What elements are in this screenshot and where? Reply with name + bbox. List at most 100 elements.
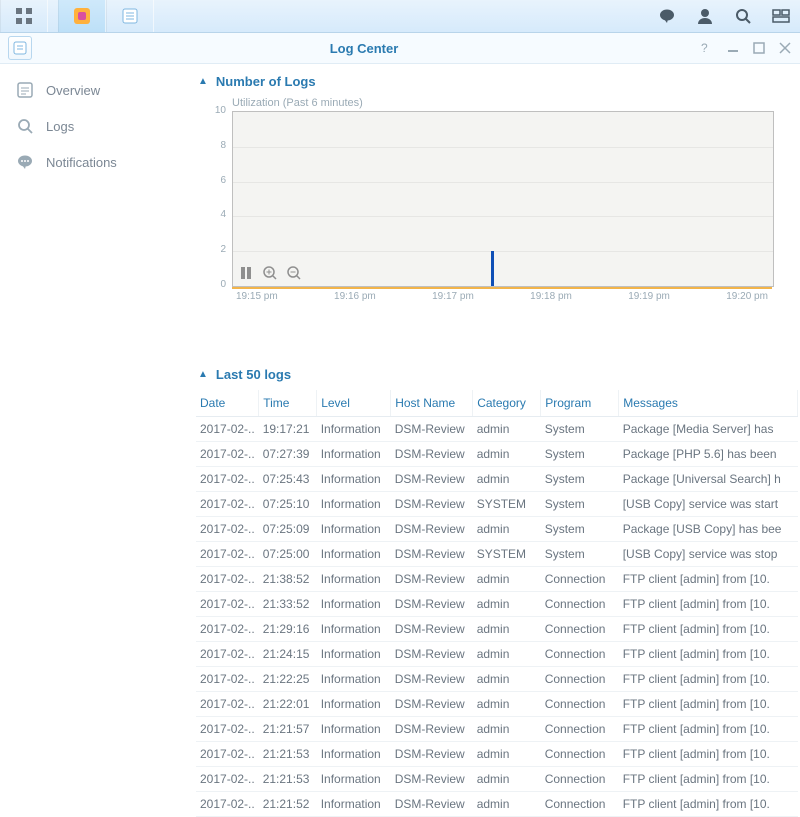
table-row[interactable]: 2017-02-..21:21:53InformationDSM-Reviewa… [196,742,798,767]
sidebar-item-logs[interactable]: Logs [0,108,196,144]
table-cell: 2017-02-.. [196,617,259,642]
column-header[interactable]: Category [473,390,541,417]
table-row[interactable]: 2017-02-..21:24:15InformationDSM-Reviewa… [196,642,798,667]
table-cell: Information [317,792,391,817]
table-cell: [USB Copy] service was start [619,492,798,517]
table-cell: admin [473,742,541,767]
table-cell: Connection [541,692,619,717]
window-help-button[interactable]: ? [696,37,718,59]
table-cell: SYSTEM [473,542,541,567]
table-cell: 21:21:53 [259,742,317,767]
table-cell: FTP client [admin] from [10. [619,567,798,592]
table-cell: Connection [541,617,619,642]
table-row[interactable]: 2017-02-..21:29:16InformationDSM-Reviewa… [196,617,798,642]
table-cell: System [541,517,619,542]
sidebar-item-overview[interactable]: Overview [0,72,196,108]
table-cell: DSM-Review [391,492,473,517]
svg-text:?: ? [701,42,708,54]
table-row[interactable]: 2017-02-..21:21:57InformationDSM-Reviewa… [196,717,798,742]
user-icon [696,7,714,25]
chart-xtick: 19:19 pm [628,291,670,302]
taskbar-apps-button[interactable] [0,0,48,32]
table-cell: FTP client [admin] from [10. [619,642,798,667]
log-icon [13,41,27,55]
table-cell: Information [317,467,391,492]
taskbar-messages-button[interactable] [648,0,686,32]
table-cell: 2017-02-.. [196,442,259,467]
chart-pause-button[interactable] [239,266,253,280]
table-cell: admin [473,567,541,592]
window-close-button[interactable] [774,37,796,59]
window-minimize-button[interactable] [722,37,744,59]
table-cell: admin [473,442,541,467]
column-header[interactable]: Messages [619,390,798,417]
table-row[interactable]: 2017-02-..21:21:53InformationDSM-Reviewa… [196,767,798,792]
taskbar [0,0,800,33]
table-cell: admin [473,592,541,617]
taskbar-search-button[interactable] [724,0,762,32]
table-cell: 2017-02-.. [196,542,259,567]
table-row[interactable]: 2017-02-..21:33:52InformationDSM-Reviewa… [196,592,798,617]
table-cell: 21:24:15 [259,642,317,667]
sidebar-item-label: Notifications [46,155,117,170]
table-row[interactable]: 2017-02-..07:25:10InformationDSM-ReviewS… [196,492,798,517]
taskbar-log-center-button[interactable] [106,0,154,32]
logs-table: DateTimeLevelHost NameCategoryProgramMes… [196,390,798,817]
taskbar-package-center-button[interactable] [58,0,106,32]
table-row[interactable]: 2017-02-..19:17:21InformationDSM-Reviewa… [196,417,798,442]
table-cell: 21:38:52 [259,567,317,592]
table-cell: 2017-02-.. [196,567,259,592]
table-cell: 2017-02-.. [196,792,259,817]
table-cell: admin [473,417,541,442]
table-cell: DSM-Review [391,792,473,817]
table-cell: DSM-Review [391,542,473,567]
chart-series-spike [491,251,494,286]
table-cell: admin [473,667,541,692]
close-icon [779,42,791,54]
table-cell: System [541,442,619,467]
chart-zoom-out-button[interactable] [287,266,301,280]
section-header-chart[interactable]: ▲ Number of Logs [196,64,798,95]
table-cell: Connection [541,717,619,742]
column-header[interactable]: Host Name [391,390,473,417]
table-row[interactable]: 2017-02-..21:22:25InformationDSM-Reviewa… [196,667,798,692]
logs-table-header[interactable]: DateTimeLevelHost NameCategoryProgramMes… [196,390,798,417]
table-row[interactable]: 2017-02-..07:27:39InformationDSM-Reviewa… [196,442,798,467]
taskbar-user-button[interactable] [686,0,724,32]
chart-zoom-in-button[interactable] [263,266,277,280]
chevron-up-icon: ▲ [198,76,208,87]
column-header[interactable]: Program [541,390,619,417]
column-header[interactable]: Date [196,390,259,417]
sidebar-item-notifications[interactable]: Notifications [0,144,196,180]
window-app-icon [8,36,32,60]
table-cell: DSM-Review [391,417,473,442]
table-row[interactable]: 2017-02-..07:25:43InformationDSM-Reviewa… [196,467,798,492]
table-row[interactable]: 2017-02-..07:25:09InformationDSM-Reviewa… [196,517,798,542]
table-cell: Package [Universal Search] h [619,467,798,492]
table-cell: Package [USB Copy] has bee [619,517,798,542]
table-row[interactable]: 2017-02-..21:22:01InformationDSM-Reviewa… [196,692,798,717]
table-cell: Information [317,642,391,667]
table-cell: 2017-02-.. [196,642,259,667]
table-cell: System [541,417,619,442]
table-cell: 21:21:52 [259,792,317,817]
table-row[interactable]: 2017-02-..21:21:52InformationDSM-Reviewa… [196,792,798,817]
taskbar-widgets-button[interactable] [762,0,800,32]
log-center-icon [121,7,139,25]
column-header[interactable]: Time [259,390,317,417]
table-cell: DSM-Review [391,692,473,717]
table-cell: DSM-Review [391,567,473,592]
table-row[interactable]: 2017-02-..07:25:00InformationDSM-ReviewS… [196,542,798,567]
table-cell: DSM-Review [391,767,473,792]
column-header[interactable]: Level [317,390,391,417]
window-maximize-button[interactable] [748,37,770,59]
package-center-icon [72,6,92,26]
table-row[interactable]: 2017-02-..21:38:52InformationDSM-Reviewa… [196,567,798,592]
chart-ytick: 10 [208,105,226,116]
section-header-logs[interactable]: ▲ Last 50 logs [196,357,798,388]
table-cell: 2017-02-.. [196,742,259,767]
table-cell: 21:29:16 [259,617,317,642]
chart-plot[interactable] [232,111,774,287]
table-cell: 07:25:00 [259,542,317,567]
chart-ytick: 2 [208,244,226,255]
